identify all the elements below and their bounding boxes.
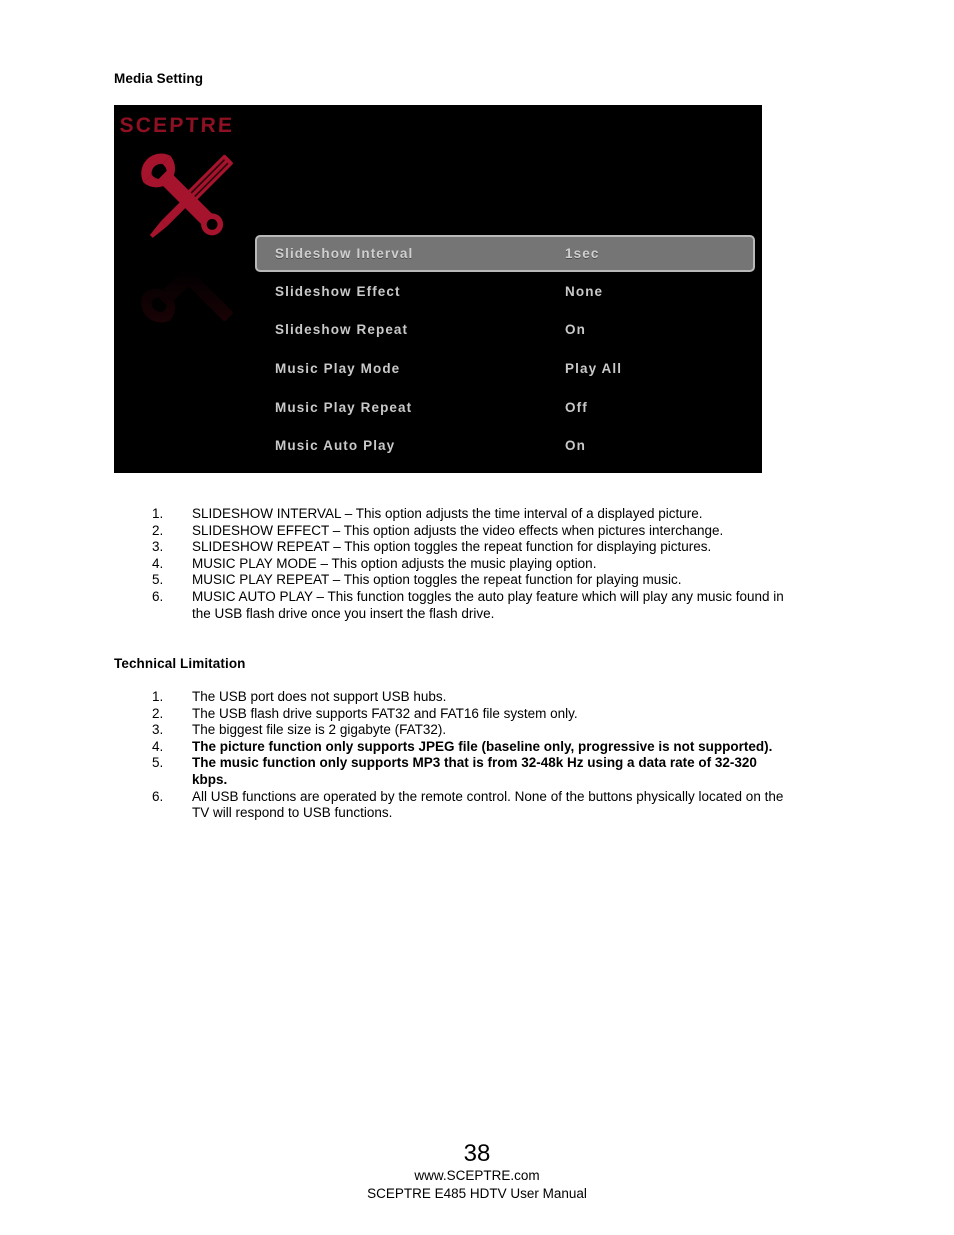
tools-wrench-screwdriver-icon — [122, 135, 252, 265]
list-item-number: 3. — [152, 722, 164, 738]
list-item-text: The USB flash drive supports FAT32 and F… — [192, 705, 578, 721]
osd-row-music-auto-play[interactable]: Music Auto Play On — [255, 426, 755, 465]
media-setting-list-item: 4. MUSIC PLAY MODE – This option adjusts … — [152, 556, 792, 573]
osd-row-value[interactable]: Play All — [565, 361, 622, 376]
osd-settings-menu: Slideshow Interval 1sec Slideshow Effect No… — [255, 234, 755, 465]
list-item-text: The USB port does not support USB hubs. — [192, 689, 447, 704]
list-item-text: SLIDESHOW REPEAT – This option toggles t… — [192, 539, 712, 555]
technical-limitation-list: 1. The USB port does not support USB hubs… — [152, 689, 792, 822]
list-item-number: 3. — [152, 539, 164, 555]
osd-row-label: Slideshow Repeat — [275, 322, 409, 338]
list-item-number: 1. — [152, 506, 164, 521]
list-item-text: SLIDESHOW EFFECT – This option adjusts t… — [192, 522, 724, 538]
list-item-text: All USB functions are operated by the re… — [192, 788, 784, 821]
media-setting-list-item: 3. SLIDESHOW REPEAT – This option toggles… — [152, 539, 792, 556]
page-number: 38 — [463, 1140, 491, 1167]
osd-row-value[interactable]: None — [565, 284, 603, 299]
list-item-text: MUSIC PLAY MODE – This option adjusts th… — [192, 555, 597, 571]
technical-limitation-list-item: 4. The picture function only supports JPE… — [152, 739, 792, 756]
osd-row-slideshow-interval[interactable]: Slideshow Interval 1sec — [255, 235, 755, 272]
list-item-text: The biggest file size is 2 gigabyte (FAT… — [192, 722, 447, 738]
list-item-text: MUSIC PLAY REPEAT – This option toggles … — [192, 572, 682, 588]
osd-row-value[interactable]: Off — [565, 400, 588, 415]
media-setting-description-list: 1. SLIDESHOW INTERVAL – This option adjus… — [152, 506, 792, 622]
list-item-text: The picture function only supports JPEG … — [192, 738, 773, 754]
osd-row-value[interactable]: 1sec — [565, 246, 599, 261]
osd-row-slideshow-repeat[interactable]: Slideshow Repeat On — [255, 311, 755, 350]
list-item-number: 2. — [152, 522, 164, 538]
media-setting-list-item: 6. MUSIC AUTO PLAY – This function toggle… — [152, 589, 792, 622]
osd-row-label: Slideshow Interval — [275, 246, 414, 261]
footer-website: www.SCEPTRE.com — [414, 1168, 540, 1183]
media-setting-list-item: 1. SLIDESHOW INTERVAL – This option adjus… — [152, 506, 792, 523]
list-item-number: 5. — [152, 572, 164, 588]
osd-row-music-play-repeat[interactable]: Music Play Repeat Off — [255, 388, 755, 427]
media-setting-heading: Media Setting — [114, 71, 204, 86]
list-item-number: 4. — [152, 555, 164, 571]
osd-row-label: Slideshow Effect — [275, 283, 401, 299]
technical-limitation-list-item: 3. The biggest file size is 2 gigabyte (F… — [152, 722, 792, 739]
osd-row-slideshow-effect[interactable]: Slideshow Effect None — [255, 272, 755, 311]
osd-row-music-play-mode[interactable]: Music Play Mode Play All — [255, 349, 755, 388]
technical-limitation-list-item: 6. All USB functions are operated by the … — [152, 789, 792, 822]
technical-limitation-list-item: 2. The USB flash drive supports FAT32 and… — [152, 706, 792, 723]
list-item-text: The music function only supports MP3 tha… — [192, 755, 757, 787]
osd-screenshot-panel: SCEPTRE Slideshow Interval 1sec Slidesho… — [114, 105, 762, 473]
list-item-text: SLIDESHOW INTERVAL – This option adjusts… — [192, 506, 703, 521]
osd-row-label: Music Play Mode — [275, 360, 401, 376]
media-setting-list-item: 2. SLIDESHOW EFFECT – This option adjusts… — [152, 523, 792, 540]
manual-page: Media Setting SCEPTRE Slideshow Interval… — [0, 0, 954, 1235]
list-item-number: 2. — [152, 705, 164, 721]
list-item-number: 6. — [152, 788, 164, 804]
technical-limitation-list-item: 5. The music function only supports MP3 t… — [152, 755, 792, 788]
list-item-number: 5. — [152, 755, 164, 771]
osd-row-label: Music Play Repeat — [275, 399, 413, 415]
svg-text:SCEPTRE: SCEPTRE — [120, 114, 235, 137]
tools-icon-reflection — [122, 238, 252, 341]
osd-row-value[interactable]: On — [565, 438, 586, 453]
osd-row-label: Music Auto Play — [275, 438, 396, 454]
technical-limitation-heading: Technical Limitation — [114, 656, 246, 671]
list-item-number: 1. — [152, 689, 164, 704]
list-item-text: MUSIC AUTO PLAY – This function toggles … — [192, 588, 784, 621]
technical-limitation-list-item: 1. The USB port does not support USB hubs… — [152, 689, 792, 706]
media-setting-list-item: 5. MUSIC PLAY REPEAT – This option toggle… — [152, 572, 792, 589]
osd-row-value[interactable]: On — [565, 322, 586, 337]
list-item-number: 4. — [152, 738, 164, 754]
list-item-number: 6. — [152, 588, 164, 604]
footer-manual-title: SCEPTRE E485 HDTV User Manual — [367, 1186, 587, 1201]
